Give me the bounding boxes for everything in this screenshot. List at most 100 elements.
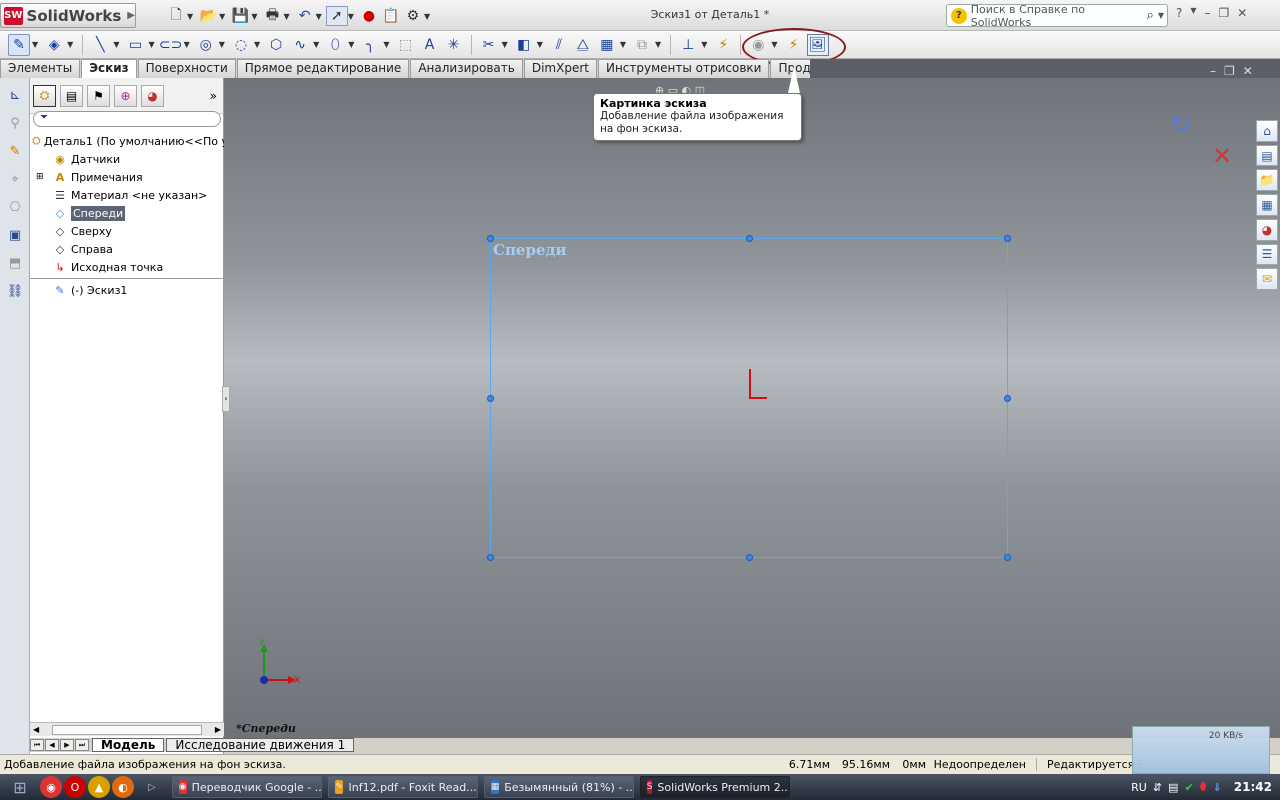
undo-dropdown-icon[interactable]: ▼ — [316, 12, 322, 21]
search-dropdown-icon[interactable]: ▼ — [1158, 11, 1164, 20]
tree-item-top-plane[interactable]: ◇ Сверху — [30, 222, 224, 240]
block-icon[interactable]: ▣ — [4, 224, 26, 246]
tree-item-front-plane[interactable]: ◇ Спереди — [30, 204, 224, 222]
save-icon[interactable]: 💾 — [229, 6, 251, 26]
select-dropdown-icon[interactable]: ▼ — [348, 12, 354, 21]
tray-app-icon[interactable]: ✔ — [1184, 781, 1193, 794]
quicklaunch-expand-icon[interactable]: ▷ — [148, 782, 156, 793]
taskbar-button-google-translate[interactable]: ◉ Переводчик Google - ... — [171, 776, 322, 798]
tree-item-right-plane[interactable]: ◇ Справа — [30, 240, 224, 258]
spline-icon[interactable]: ∿ — [289, 34, 311, 56]
configuration-tab-icon[interactable]: ⚑ — [87, 84, 110, 107]
resize-handle[interactable] — [1004, 235, 1011, 242]
help-dropdown-icon[interactable]: ▼ — [1190, 6, 1196, 20]
home-icon[interactable]: ⌂ — [1256, 120, 1278, 142]
tab-direct-editing[interactable]: Прямое редактирование — [236, 59, 410, 78]
clock[interactable]: 21:42 — [1234, 780, 1272, 794]
plane-icon[interactable]: ⬚ — [395, 34, 417, 56]
tab-features[interactable]: Элементы — [0, 59, 81, 78]
ellipse-icon[interactable]: ⬯ — [324, 34, 346, 56]
resize-handle[interactable] — [487, 395, 494, 402]
slot-icon[interactable]: ⊂⊃ — [159, 34, 182, 56]
doc-restore-icon[interactable]: ❐ — [1224, 64, 1235, 78]
resize-handle[interactable] — [487, 554, 494, 561]
tab-evaluate[interactable]: Анализировать — [410, 59, 523, 78]
dimension-dropdown-icon[interactable]: ▼ — [67, 40, 73, 49]
move-entities-icon[interactable]: ⧉ — [631, 34, 653, 56]
feature-tree-tab-icon[interactable]: ⛭ — [33, 84, 56, 107]
open-folder-icon[interactable]: 📂 — [197, 6, 219, 26]
print-icon[interactable]: 🖶 — [261, 6, 283, 26]
rotate-view-icon[interactable]: ↻ — [1170, 110, 1192, 140]
design-library-icon[interactable]: ▤ — [1256, 144, 1278, 167]
restore-icon[interactable]: ❐ — [1219, 6, 1230, 20]
point-icon[interactable]: ✳ — [443, 34, 465, 56]
display-relations-icon[interactable]: ⊥ — [677, 34, 699, 56]
rectangle-dropdown-icon[interactable]: ▼ — [148, 40, 154, 49]
expand-panel-icon[interactable]: » — [210, 89, 217, 103]
search-icon[interactable]: ⌕ — [1147, 8, 1154, 23]
doc-close-icon[interactable]: ✕ — [1243, 64, 1253, 78]
scroll-left-icon[interactable]: ◀ — [33, 725, 39, 734]
tab-dimxpert[interactable]: DimXpert — [523, 59, 597, 78]
spline-dropdown-icon[interactable]: ▼ — [313, 40, 319, 49]
next-tab-icon[interactable]: ▶ — [60, 739, 74, 751]
dimension-tool-icon[interactable]: ⌖ — [4, 168, 26, 190]
select-arrow-icon[interactable]: ➚ — [325, 6, 348, 26]
file-properties-icon[interactable]: 📋 — [380, 6, 402, 26]
layout-icon[interactable]: ⬒ — [4, 252, 26, 274]
property-manager-tab-icon[interactable]: ▤ — [60, 84, 83, 107]
firefox-icon[interactable]: ◐ — [112, 776, 134, 798]
tree-item-origin[interactable]: ↳ Исходная точка — [30, 258, 224, 276]
horizontal-scrollbar[interactable]: ◀ ▶ — [30, 722, 224, 736]
language-indicator[interactable]: RU — [1131, 781, 1147, 794]
tree-item-sketch1[interactable]: ✎ (-) Эскиз1 — [30, 281, 224, 299]
tree-item-sensors[interactable]: ◉ Датчики — [30, 150, 224, 168]
resize-handle[interactable] — [746, 235, 753, 242]
antivirus-icon[interactable]: ⬮ — [1200, 780, 1207, 794]
minimize-icon[interactable]: – — [1205, 6, 1211, 20]
fillet-icon[interactable]: ╮ — [359, 34, 381, 56]
tab-model[interactable]: Модель — [92, 738, 165, 752]
sketch-block-icon[interactable]: ⎔ — [4, 196, 26, 218]
circle-icon[interactable]: ◎ — [195, 34, 217, 56]
arc-icon[interactable]: ◌ — [230, 34, 252, 56]
network-icon[interactable]: ▤ — [1168, 781, 1178, 794]
convert-dropdown-icon[interactable]: ▼ — [537, 40, 543, 49]
tab-sketch[interactable]: Эскиз — [81, 59, 137, 79]
resize-handle[interactable] — [1004, 554, 1011, 561]
new-document-icon[interactable]: 🗋 — [165, 6, 187, 26]
resize-handle[interactable] — [1004, 395, 1011, 402]
arc-dropdown-icon[interactable]: ▼ — [254, 40, 260, 49]
repair-sketch-icon[interactable]: ✎ — [4, 140, 26, 162]
scroll-right-icon[interactable]: ▶ — [215, 725, 221, 734]
custom-properties-icon[interactable]: ☰ — [1256, 243, 1278, 266]
help-search-input[interactable]: ? Поиск в Справке по SolidWorks ⌕ ▼ — [946, 3, 1168, 29]
forum-icon[interactable]: ✉ — [1256, 268, 1278, 291]
save-dropdown-icon[interactable]: ▼ — [251, 12, 257, 21]
options-dropdown-icon[interactable]: ▼ — [424, 12, 430, 21]
rectangle-icon[interactable]: ▭ — [124, 34, 146, 56]
mirror-icon[interactable]: ⧋ — [572, 34, 594, 56]
scroll-thumb[interactable] — [52, 724, 202, 735]
tab-render-tools[interactable]: Инструменты отрисовки — [597, 59, 770, 78]
tree-filter-input[interactable]: ⏷ — [33, 111, 221, 127]
smart-dimension-icon[interactable]: ◈ — [43, 34, 65, 56]
polygon-icon[interactable]: ⬡ — [265, 34, 287, 56]
last-tab-icon[interactable]: ⏭ — [75, 739, 89, 751]
linear-pattern-icon[interactable]: ▦ — [596, 34, 618, 56]
line-icon[interactable]: ╲ — [89, 34, 111, 56]
doc-minimize-icon[interactable]: – — [1210, 64, 1216, 78]
panel-splitter[interactable]: ‹ — [222, 386, 230, 412]
rollback-bar[interactable] — [30, 278, 224, 279]
usb-icon[interactable]: ⇵ — [1153, 781, 1162, 794]
add-relation-icon[interactable]: ⊾ — [4, 84, 26, 106]
start-button-icon[interactable]: ⊞ — [0, 774, 40, 800]
new-dropdown-icon[interactable]: ▼ — [187, 12, 193, 21]
tree-item-material[interactable]: ☰ Материал <не указан> — [30, 186, 224, 204]
download-icon[interactable]: ⇓ — [1213, 781, 1222, 794]
solidworks-menu-button[interactable]: SW SolidWorks ▶ — [0, 3, 136, 28]
sketch-dropdown-icon[interactable]: ▼ — [32, 40, 38, 49]
display-manager-tab-icon[interactable]: ◕ — [141, 84, 164, 107]
trim-dropdown-icon[interactable]: ▼ — [502, 40, 508, 49]
